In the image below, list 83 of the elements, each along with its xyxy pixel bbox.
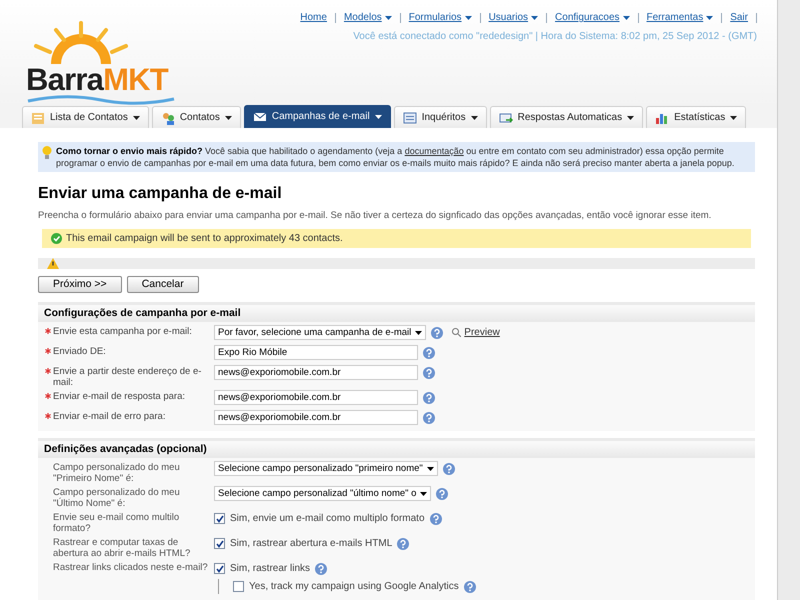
section-title: Definições avançadas (opcional) (38, 441, 755, 458)
page-description: Preencha o formulário abaixo para enviar uma campanha por e-mail. Se não tiver a certeza do signficado das opções avançadas, então você ignorar esse item. (38, 209, 712, 223)
nav-link[interactable]: Sair (722, 10, 756, 25)
text-field[interactable]: news@exporiomobile.com.br (214, 365, 418, 380)
field-label: Campo personalizado do meu "Primeiro Nome" é: (52, 462, 181, 484)
caret-icon (132, 116, 140, 120)
checkbox[interactable] (214, 513, 225, 524)
caret-icon (374, 114, 382, 118)
caret-icon (415, 330, 422, 335)
help-icon[interactable] (397, 538, 410, 550)
documentation-link[interactable]: documentação (404, 146, 464, 156)
session-info: Você está conectado como "rededesign" | Hora do Sistema: 8:02 pm, 25 Sep 2012 - (GMT) (353, 30, 757, 44)
nav-link[interactable]: Home (292, 10, 335, 25)
form-icon (402, 110, 417, 124)
nav-link[interactable]: Configuracoes (547, 10, 638, 25)
caret-icon (730, 116, 738, 120)
asterisk-icon (45, 328, 51, 334)
caret-icon (470, 116, 478, 120)
nav-link[interactable]: Ferramentas (638, 10, 722, 25)
help-icon[interactable] (431, 326, 444, 339)
field-label: Enviado DE: (53, 346, 106, 358)
nav-tab[interactable]: Contatos (152, 106, 241, 128)
next-button[interactable]: Próximo >> (38, 276, 122, 294)
checkbox-label: Sim, rastrear abertura e-mails HTML (230, 537, 392, 552)
checkbox[interactable] (233, 581, 244, 592)
caret-icon (627, 116, 634, 120)
nav-tab[interactable]: Respostas Automaticas (490, 106, 644, 128)
lightbulb-icon (42, 146, 52, 159)
preview-link[interactable]: Preview (452, 325, 500, 340)
text-field[interactable]: Expo Rio Móbile (214, 345, 418, 360)
field-label: Envie a partir deste endereço de e-mail: (53, 366, 202, 388)
text-field[interactable]: news@exporiomobile.com.br (214, 410, 418, 426)
notepad-icon (31, 110, 45, 124)
field-label: Enviar e-mail de erro para: (53, 411, 166, 422)
nav-tab[interactable]: Lista de Contatos (22, 106, 149, 128)
help-icon[interactable] (430, 512, 442, 525)
field-label: Rastrear links clicados neste e-mail? (52, 562, 208, 574)
help-icon[interactable] (436, 488, 448, 500)
help-icon[interactable] (442, 462, 455, 475)
checkbox-label: Sim, rastrear links (230, 562, 310, 576)
checkbox[interactable] (214, 563, 225, 574)
nav-link[interactable]: Modelos (336, 10, 400, 25)
asterisk-icon (45, 348, 51, 354)
nav-link[interactable]: Formularios (400, 10, 480, 25)
checkbox-label: Yes, track my campaign using Google Analytics (249, 580, 459, 594)
asterisk-icon (45, 393, 51, 400)
logo-text: BarraMKT (26, 64, 170, 95)
warning-icon (47, 258, 59, 270)
select-field[interactable]: Selecione campo personalizad "último nome" o (214, 486, 432, 502)
people-icon (160, 110, 175, 124)
field-label: Envie seu e-mail como multilo formato? (52, 512, 180, 534)
page-title: Enviar uma campanha de e-mail (38, 184, 283, 204)
nav-link[interactable]: Usuarios (480, 10, 546, 25)
nav-tab[interactable]: Estatísticas (646, 106, 746, 128)
caret-icon (224, 116, 232, 120)
field-label: Campo personalizado do meu "Último Nome" é: (52, 487, 181, 510)
nav-tab[interactable]: Campanhas de e-mail (244, 105, 391, 128)
magnifier-icon (452, 328, 462, 338)
field-label: Enviar e-mail de resposta para: (53, 391, 186, 402)
field-label: Envie esta campanha por e-mail: (53, 326, 192, 338)
select-field[interactable]: Selecione campo personalizado "primeiro nome" (214, 461, 438, 476)
wave-icon (26, 95, 176, 105)
tip-text: Como tornar o envio mais rápido? Você sabia que habilitado o agendamento (veja a documentação ou entre em contato com seu administrador) essa opção permite programar o envio de campanhas por e-mail em uma data futura, bem como enviar os e-mails muito mais rápido? E ainda não será preciso manter aberta a janela popup. (56, 145, 736, 169)
checkbox[interactable] (214, 538, 225, 550)
nav-tab[interactable]: Inquéritos (394, 106, 487, 128)
cancel-button[interactable]: Cancelar (126, 276, 199, 294)
check-circle-icon (51, 233, 62, 244)
text-field[interactable]: news@exporiomobile.com.br (214, 390, 418, 406)
help-icon[interactable] (423, 366, 435, 379)
asterisk-icon (45, 368, 51, 374)
select-field[interactable]: Por favor, selecione uma campanha de e-mail (214, 325, 426, 340)
help-icon[interactable] (423, 346, 435, 359)
help-icon[interactable] (423, 412, 435, 424)
caret-icon (426, 466, 434, 471)
field-label: Rastrear e computar taxas de abertura ao abrir e-mails HTML? (52, 537, 192, 560)
asterisk-icon (45, 413, 51, 420)
caret-icon (420, 492, 428, 496)
help-icon[interactable] (464, 580, 476, 593)
help-icon[interactable] (315, 562, 328, 575)
notice-text: This email campaign will be sent to approximately 43 contacts. (66, 232, 343, 246)
checkbox-label: Sim, envie um e-mail como multiplo formato (230, 512, 425, 526)
section-title: Configurações de campanha por e-mail (38, 305, 755, 322)
help-icon[interactable] (423, 392, 435, 404)
